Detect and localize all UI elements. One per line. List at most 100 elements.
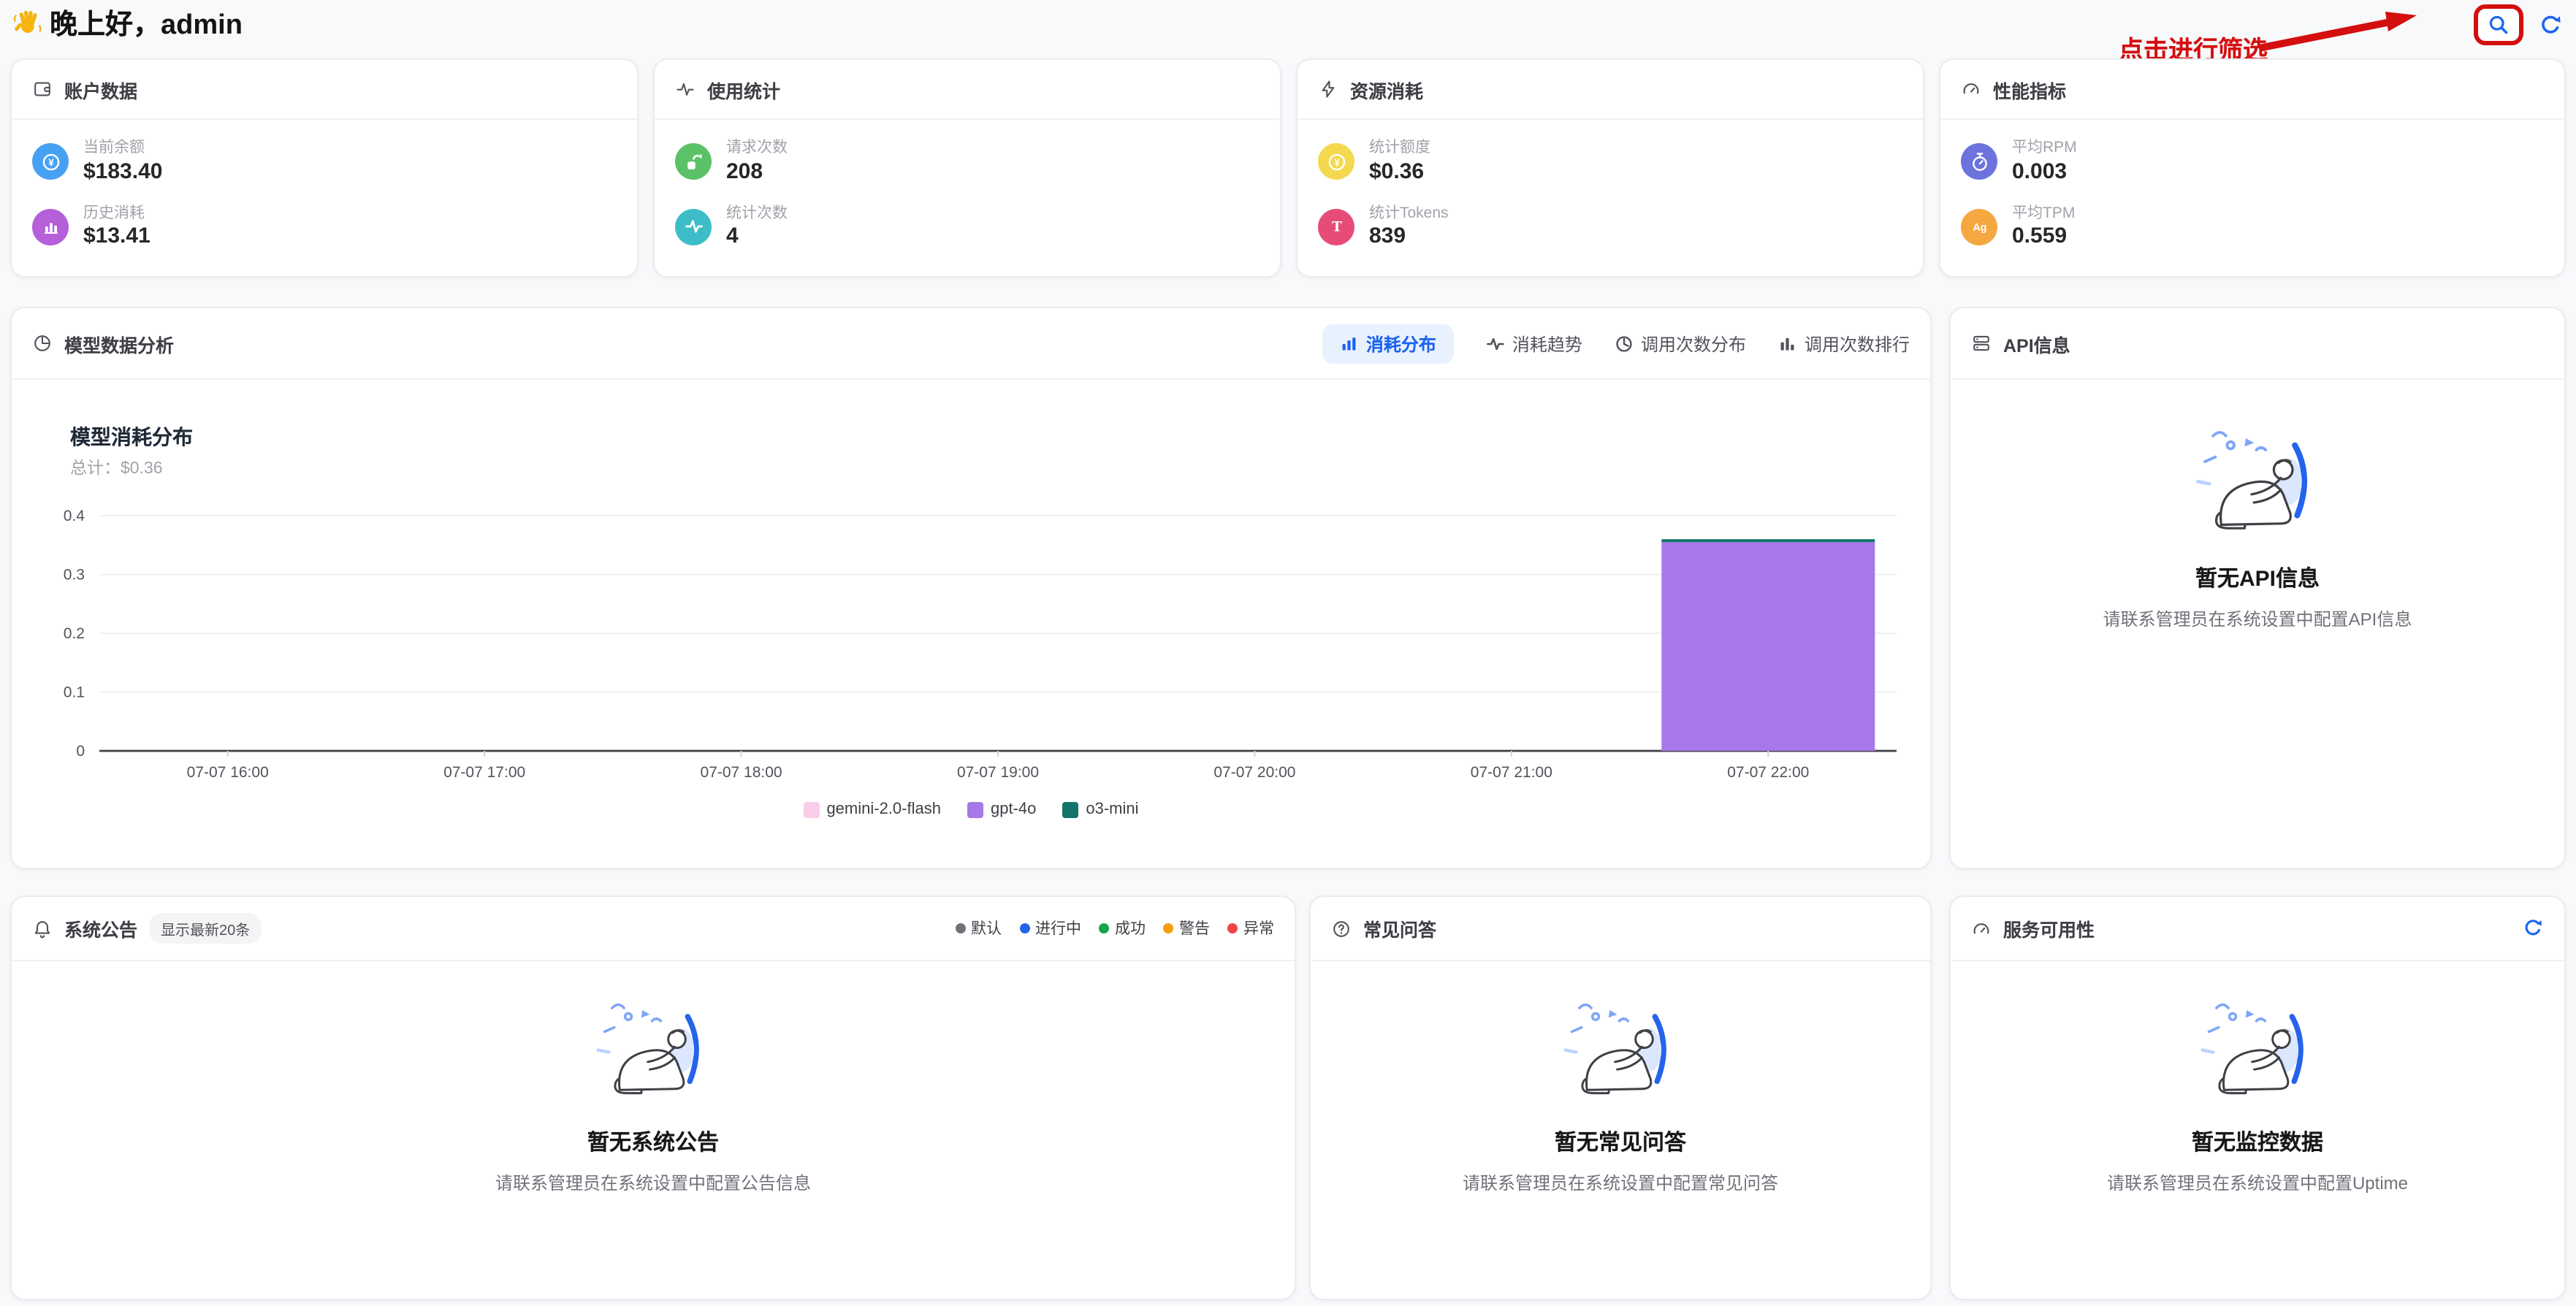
consumption-bar-chart[interactable]: 00.10.20.30.407-07 16:0007-07 17:0007-07…: [41, 484, 1911, 783]
legend-success: 成功: [1099, 917, 1146, 939]
balance-coin-icon: ¥: [32, 144, 69, 180]
svg-text:0.2: 0.2: [64, 625, 85, 642]
svg-text:0.3: 0.3: [64, 567, 85, 584]
status-legend: 默认 进行中 成功 警告 异常: [955, 917, 1274, 939]
bell-icon: [32, 918, 53, 939]
faq-empty-state: 暂无常见问答 请联系管理员在系统设置中配置常见问答: [1311, 961, 1930, 1195]
annotation-arrow: [2247, 4, 2428, 57]
server-icon: [1971, 333, 1992, 354]
status-dot: [1227, 923, 1238, 933]
card-api-info: API信息 暂无API信息 请联系管理员在系统设置中配置API信息: [1949, 307, 2566, 869]
gauge-icon: [1971, 918, 1992, 939]
stat-current-balance: ¥ 当前余额$183.40: [32, 139, 617, 185]
help-circle-icon: [1331, 918, 1352, 939]
bar-chart-icon: [1340, 334, 1359, 353]
svg-text:07-07 16:00: 07-07 16:00: [187, 764, 269, 781]
gauge-icon: [1961, 79, 1981, 99]
stat-request-count: 请求次数208: [675, 139, 1260, 185]
empty-description: 请联系管理员在系统设置中配置API信息: [2103, 606, 2412, 631]
card-account-data: 账户数据 ¥ 当前余额$183.40 历史消耗$13.41: [10, 58, 639, 278]
status-dot: [1019, 923, 1029, 933]
chart-legend: gemini-2.0-flash gpt-4o o3-mini: [12, 801, 1930, 818]
svg-text:07-07 18:00: 07-07 18:00: [701, 764, 782, 781]
refresh-icon: [2522, 917, 2544, 939]
bar-chart-icon: [1778, 334, 1797, 353]
empty-illustration: [2187, 999, 2328, 1107]
card-title: 服务可用性: [2003, 914, 2095, 942]
card-model-analysis: 模型数据分析 消耗分布 消耗趋势 调用次数分布 调用次数排行: [10, 307, 1932, 869]
tab-consumption-distribution[interactable]: 消耗分布: [1322, 324, 1454, 363]
stat-tokens: T 统计Tokens839: [1318, 204, 1902, 250]
svg-text:¥: ¥: [47, 157, 53, 168]
empty-title: 暂无监控数据: [2192, 1126, 2323, 1157]
tab-consumption-trend[interactable]: 消耗趋势: [1486, 331, 1582, 356]
chart-subtitle: 总计：$0.36: [70, 456, 163, 479]
send-icon: [675, 144, 712, 180]
card-usage-stats: 使用统计 请求次数208 统计次数4: [653, 58, 1281, 278]
card-faq: 常见问答 暂无常见问答 请联系管理员在系统设置中配置常见问答: [1309, 896, 1932, 1300]
refresh-button[interactable]: [2535, 9, 2566, 40]
card-title: 资源消耗: [1350, 75, 1423, 103]
card-title: API信息: [2003, 329, 2070, 357]
card-title: 账户数据: [64, 75, 137, 103]
svg-text:07-07 22:00: 07-07 22:00: [1727, 764, 1809, 781]
card-title: 使用统计: [707, 75, 780, 103]
empty-description: 请联系管理员在系统设置中配置常见问答: [1463, 1170, 1778, 1195]
quota-coin-icon: ¥: [1318, 144, 1354, 180]
svg-text:Ag: Ag: [1972, 223, 1986, 234]
activity-icon: [675, 79, 696, 99]
svg-text:0: 0: [76, 743, 85, 760]
greeting: 晚上好，admin: [12, 3, 243, 42]
stat-quota: ¥ 统计额度$0.36: [1318, 139, 1902, 185]
svg-text:T: T: [1331, 221, 1341, 236]
svg-text:07-07 20:00: 07-07 20:00: [1213, 764, 1295, 781]
svg-text:¥: ¥: [1333, 157, 1339, 168]
empty-illustration: [2181, 427, 2333, 543]
greeting-text: 晚上好，admin: [50, 3, 243, 42]
uptime-empty-state: 暂无监控数据 请联系管理员在系统设置中配置Uptime: [1951, 961, 2564, 1195]
svg-text:07-07 19:00: 07-07 19:00: [957, 764, 1039, 781]
legend-in-progress: 进行中: [1019, 917, 1081, 939]
search-icon: [2487, 13, 2510, 37]
search-button[interactable]: [2474, 4, 2523, 45]
card-announcements: 系统公告 显示最新20条 默认 进行中 成功 警告 异常 暂无系统公告 请联系管…: [10, 896, 1296, 1300]
uptime-refresh-button[interactable]: [2522, 917, 2544, 939]
tab-call-count-distribution[interactable]: 调用次数分布: [1615, 331, 1746, 356]
tab-call-count-ranking[interactable]: 调用次数排行: [1778, 331, 1910, 356]
empty-title: 暂无常见问答: [1555, 1126, 1686, 1157]
card-title: 性能指标: [1993, 75, 2066, 103]
refresh-icon: [2538, 12, 2563, 37]
empty-description: 请联系管理员在系统设置中配置Uptime: [2107, 1170, 2408, 1195]
chart-legend-item[interactable]: o3-mini: [1062, 801, 1138, 818]
svg-text:0.4: 0.4: [64, 508, 85, 524]
api-empty-state: 暂无API信息 请联系管理员在系统设置中配置API信息: [1951, 380, 2564, 631]
empty-description: 请联系管理员在系统设置中配置公告信息: [495, 1170, 811, 1195]
card-title: 模型数据分析: [64, 329, 174, 357]
dashboard-page: 晚上好，admin 点击进行筛选 账户数据: [0, 0, 2576, 1306]
status-dot: [955, 923, 965, 933]
wave-icon: [12, 7, 42, 38]
empty-illustration: [583, 999, 723, 1107]
card-performance: 性能指标 平均RPM0.003 Ag 平均TPM0.559: [1939, 58, 2566, 278]
announcements-badge: 显示最新20条: [149, 913, 262, 944]
top-controls: [2474, 4, 2566, 45]
card-uptime: 服务可用性 暂无监控数据 请联系管理员在系统设置中配置Uptime: [1949, 896, 2566, 1300]
announcements-empty-state: 暂无系统公告 请联系管理员在系统设置中配置公告信息: [12, 961, 1295, 1195]
stat-historical-usage: 历史消耗$13.41: [32, 204, 617, 250]
analysis-tabs: 消耗分布 消耗趋势 调用次数分布 调用次数排行: [1322, 324, 1910, 363]
stopwatch-icon: [1961, 144, 1997, 180]
status-dot: [1099, 923, 1109, 933]
legend-error: 异常: [1227, 917, 1274, 939]
avg-ag-icon: Ag: [1961, 209, 1997, 245]
wallet-icon: [32, 79, 53, 99]
clock-pie-icon: [1615, 334, 1634, 353]
card-resource-usage: 资源消耗 ¥ 统计额度$0.36 T 统计Tokens839: [1296, 58, 1924, 278]
empty-title: 暂无API信息: [2195, 562, 2320, 593]
lightning-icon: [1318, 79, 1338, 99]
pulse-icon: [675, 209, 712, 245]
chart-title: 模型消耗分布: [70, 422, 193, 451]
chart-legend-item[interactable]: gpt-4o: [967, 801, 1036, 818]
svg-text:0.1: 0.1: [64, 684, 85, 701]
svg-text:07-07 21:00: 07-07 21:00: [1471, 764, 1552, 781]
chart-legend-item[interactable]: gemini-2.0-flash: [803, 801, 941, 818]
